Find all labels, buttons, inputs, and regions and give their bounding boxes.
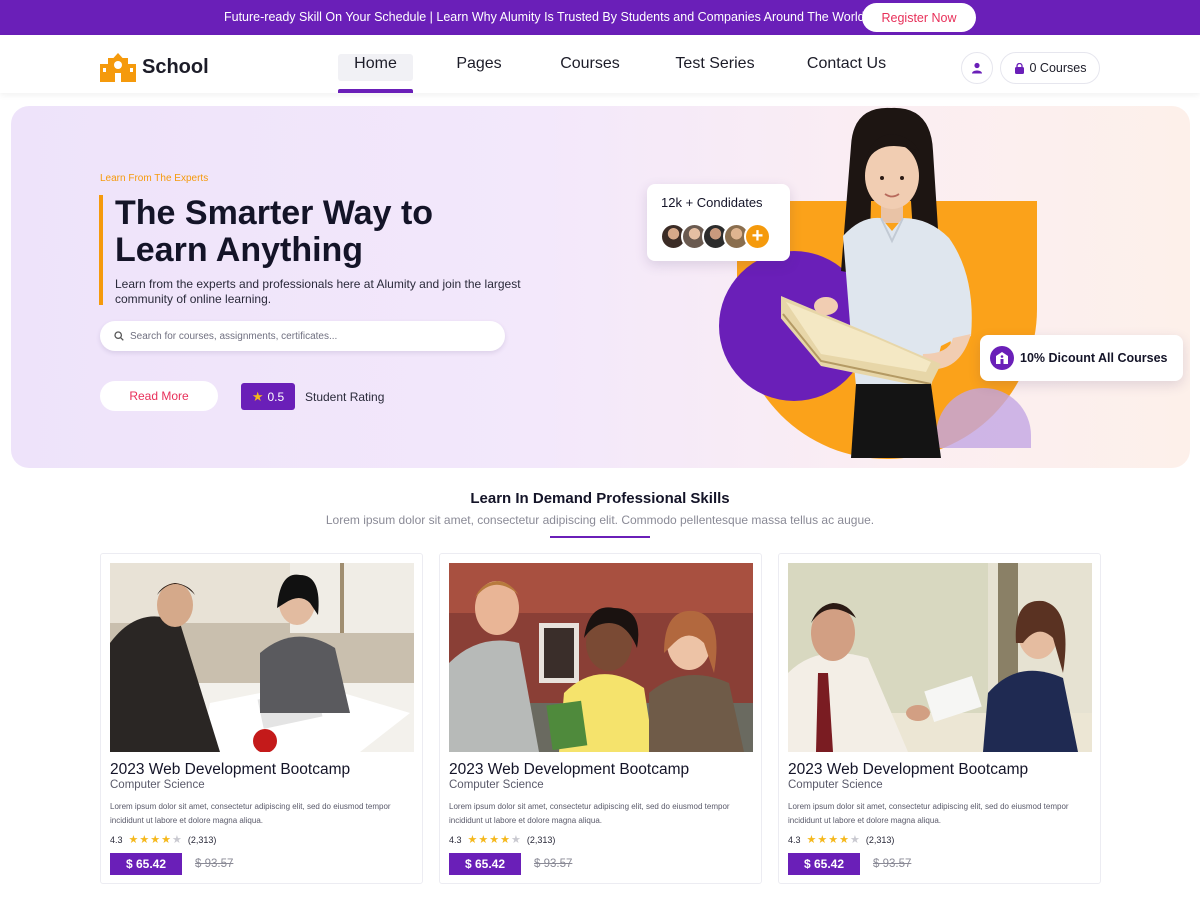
star-icon: ★ [478,834,489,846]
star-icon: ★ [489,834,500,846]
nav-test-series[interactable]: Test Series [665,35,765,93]
candidates-card: 12k + Condidates + [647,184,790,261]
old-price: $ 93.57 [195,858,234,870]
read-more-button[interactable]: Read More [100,381,218,411]
star-icon: ★ [128,834,139,846]
star-icon: ★ [161,834,172,846]
add-icon: + [744,223,771,250]
school-icon [100,53,136,82]
course-search [100,321,505,351]
price-button[interactable]: $ 65.42 [788,853,860,875]
star-icon: ★ [251,388,264,404]
course-card[interactable]: 2023 Web Development Bootcamp Computer S… [778,553,1101,884]
course-title[interactable]: 2023 Web Development Bootcamp [788,761,1028,779]
price-button[interactable]: $ 65.42 [110,853,182,875]
rating-value: 4.3 [449,834,462,845]
rating-value: 4.3 [110,834,123,845]
cart-label: 0 Courses [1029,61,1087,75]
nav-courses[interactable]: Courses [550,35,630,93]
course-category: Computer Science [110,779,205,791]
star-icon: ★ [839,834,850,846]
hero-description: Learn from the experts and professionals… [115,277,521,306]
discount-text: 10% Dicount All Courses [1020,351,1168,365]
candidates-text: 12k + Condidates [661,195,763,210]
review-count: (2,313) [865,834,895,845]
candidate-avatars: + [660,223,771,250]
rating-value: 0.5 [267,389,285,404]
student-rating-badge: ★ 0.5 [241,383,295,410]
star-icon: ★ [500,834,511,846]
site-header: School Home Pages Courses Test Series Co… [0,35,1200,93]
course-title[interactable]: 2023 Web Development Bootcamp [449,761,689,779]
nav-active-indicator [338,89,413,93]
old-price: $ 93.57 [873,858,912,870]
old-price: $ 93.57 [534,858,573,870]
hero-accent-bar [99,195,103,305]
school-icon [990,346,1014,370]
nav-home[interactable]: Home [338,35,413,93]
course-description: Lorem ipsum dolor sit amet, consectetur … [110,802,391,825]
announcement-text: Future-ready Skill On Your Schedule | Le… [224,10,869,24]
course-category: Computer Science [449,779,544,791]
course-rating: 4.3 ★ ★ ★ ★ ★ (2,313) [788,833,894,846]
star-empty-icon: ★ [850,834,860,846]
nav-label: Contact Us [806,55,887,72]
star-empty-icon: ★ [172,834,182,846]
hero-section: Learn From The Experts The Smarter Way t… [11,106,1190,468]
section-divider [550,536,650,538]
search-icon [114,331,124,341]
review-count: (2,313) [187,834,217,845]
search-input[interactable] [130,330,490,342]
discount-card: 10% Dicount All Courses [980,335,1183,381]
nav-pages[interactable]: Pages [448,35,510,93]
nav-label: Test Series [675,55,755,72]
register-now-button[interactable]: Register Now [862,3,976,32]
star-icon: ★ [467,834,478,846]
course-card[interactable]: 2023 Web Development Bootcamp Computer S… [100,553,423,884]
hero-title: The Smarter Way to Learn Anything [115,194,434,269]
hero-eyebrow: Learn From The Experts [100,173,209,184]
review-count: (2,313) [526,834,556,845]
course-description: Lorem ipsum dolor sit amet, consectetur … [788,802,1069,825]
course-image [110,563,414,752]
nav-contact-us[interactable]: Contact Us [795,35,898,93]
user-icon [972,62,982,74]
rating-label: Student Rating [305,390,385,404]
course-rating: 4.3 ★ ★ ★ ★ ★ (2,313) [110,833,216,846]
course-image [788,563,1092,752]
course-title[interactable]: 2023 Web Development Bootcamp [110,761,350,779]
star-icon: ★ [150,834,161,846]
nav-label: Home [354,55,397,72]
course-description: Lorem ipsum dolor sit amet, consectetur … [449,802,730,825]
section-subtitle: Lorem ipsum dolor sit amet, consectetur … [325,513,875,527]
section-title: Learn In Demand Professional Skills [470,490,730,507]
user-account-button[interactable] [961,52,993,84]
cart-button[interactable]: 0 Courses [1000,52,1100,84]
star-icon: ★ [817,834,828,846]
course-image [449,563,753,752]
star-rating: ★ ★ ★ ★ ★ [129,833,182,846]
star-empty-icon: ★ [511,834,521,846]
logo[interactable]: School [100,52,209,82]
student-holding-book-image [781,107,972,458]
course-rating: 4.3 ★ ★ ★ ★ ★ (2,313) [449,833,555,846]
star-icon: ★ [139,834,150,846]
announcement-bar: Future-ready Skill On Your Schedule | Le… [0,0,1200,35]
rating-value: 4.3 [788,834,801,845]
star-rating: ★ ★ ★ ★ ★ [468,833,521,846]
price-button[interactable]: $ 65.42 [449,853,521,875]
logo-text: School [142,55,209,78]
course-card[interactable]: 2023 Web Development Bootcamp Computer S… [439,553,762,884]
course-category: Computer Science [788,779,883,791]
bag-icon [1014,62,1024,74]
star-icon: ★ [806,834,817,846]
nav-label: Pages [456,55,502,72]
star-rating: ★ ★ ★ ★ ★ [807,833,860,846]
star-icon: ★ [828,834,839,846]
nav-label: Courses [560,55,620,72]
